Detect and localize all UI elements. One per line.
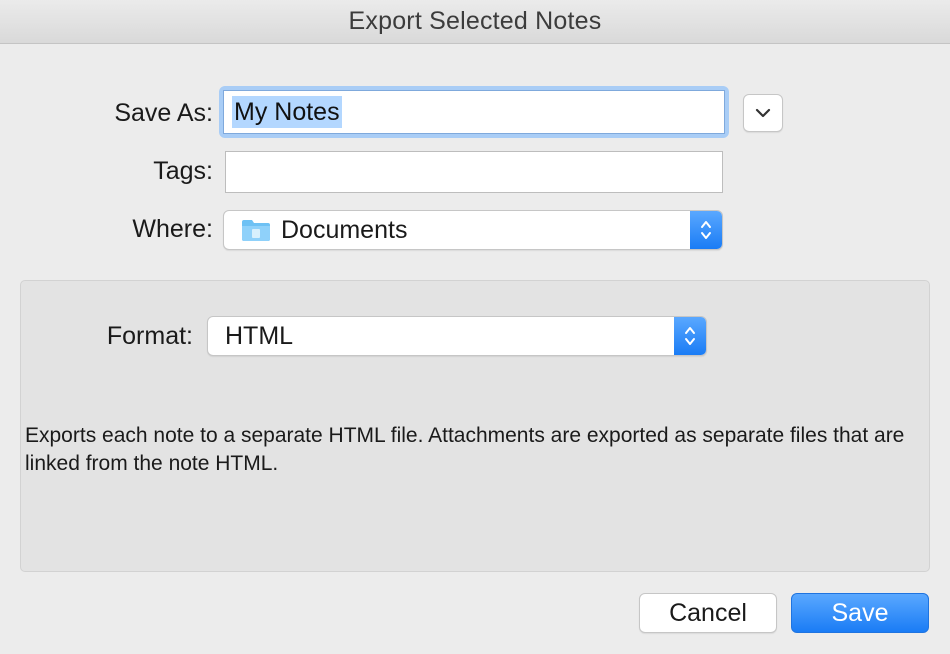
save-as-label: Save As: bbox=[114, 99, 213, 127]
up-down-chevron-icon bbox=[701, 221, 711, 239]
cancel-button[interactable]: Cancel bbox=[639, 593, 777, 633]
expand-dialog-button[interactable] bbox=[743, 94, 783, 132]
format-stepper[interactable] bbox=[674, 317, 706, 355]
format-description: Exports each note to a separate HTML fil… bbox=[25, 424, 905, 475]
format-popup-button[interactable]: HTML bbox=[207, 316, 707, 356]
window-title: Export Selected Notes bbox=[348, 7, 602, 35]
where-value: Documents bbox=[281, 215, 408, 244]
up-down-chevron-icon bbox=[685, 327, 695, 345]
export-dialog: Export Selected Notes Save As: My Notes … bbox=[0, 0, 950, 654]
save-as-value[interactable]: My Notes bbox=[232, 96, 342, 128]
save-as-field[interactable]: My Notes bbox=[219, 86, 729, 138]
tags-label: Tags: bbox=[153, 157, 213, 185]
folder-icon bbox=[242, 220, 270, 241]
where-label: Where: bbox=[132, 215, 213, 243]
tags-input[interactable] bbox=[225, 151, 723, 193]
save-button[interactable]: Save bbox=[791, 593, 929, 633]
title-bar: Export Selected Notes bbox=[0, 0, 950, 44]
where-stepper[interactable] bbox=[690, 211, 722, 249]
format-label: Format: bbox=[106, 322, 193, 350]
chevron-down-icon bbox=[755, 108, 771, 118]
where-popup-button[interactable]: Documents bbox=[223, 210, 723, 250]
save-as-input[interactable]: My Notes bbox=[223, 90, 725, 134]
format-value: HTML bbox=[225, 321, 294, 350]
